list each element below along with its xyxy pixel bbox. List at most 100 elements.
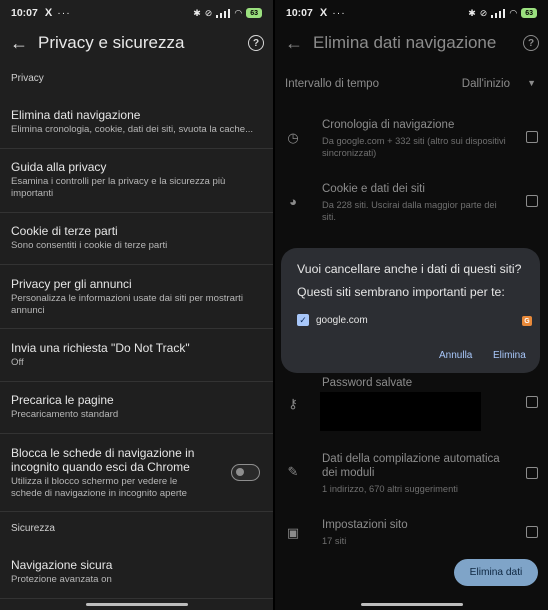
site-checkbox[interactable]: ✓ [297,314,309,326]
row-title: Cookie e dati dei siti [322,183,425,195]
item-subtitle: Elimina cronologia, cookie, dati dei sit… [11,124,254,135]
toggle-knob [236,468,244,476]
item-privacy-guide[interactable]: Guida alla privacy Esamina i controlli p… [0,160,273,200]
item-subtitle: Precaricamento standard [11,409,119,420]
battery-icon: 63 [521,8,537,18]
status-time: 10:07 [286,7,313,19]
divider [0,328,273,329]
time-range-row[interactable]: Intervallo di tempo Dall'inizio ▼ [275,78,548,94]
item-lock-incognito-tabs[interactable]: Blocca le schede di navigazione in incog… [0,446,217,500]
signal-icon [491,8,506,18]
item-title: Precarica le pagine [11,393,114,407]
confirm-delete-button[interactable]: Elimina [493,350,526,361]
row-subtitle: 1 indirizzo, 670 altri suggerimenti [322,484,458,494]
item-subtitle: Utilizza il blocco schermo per vedere le… [11,476,188,499]
item-subtitle: Personalizza le informazioni usate dai s… [11,293,243,316]
divider [0,598,273,599]
row-autofill[interactable]: ✎ Dati della compilazione automatica dei… [275,452,548,496]
divider [0,381,273,382]
bluetooth-icon: ✱ [193,7,201,18]
site-name: google.com [316,314,368,326]
help-icon[interactable]: ? [248,35,264,51]
item-title: Guida alla privacy [11,160,107,174]
app-bar: ← Elimina dati navigazione ? [275,26,548,60]
site-settings-checkbox[interactable] [526,526,538,538]
clear-data-button[interactable]: Elimina dati [454,559,538,586]
x-app-icon: X [44,7,53,19]
item-subtitle: Off [11,357,24,368]
page-title: Elimina dati navigazione [313,33,497,52]
clock-icon: ◷ [287,130,299,145]
item-title: Blocca le schede di navigazione in incog… [11,446,195,474]
important-site-row[interactable]: ✓ google.com [297,314,368,326]
row-text: Password salvate [322,376,510,390]
row-text: Cookie e dati dei siti Da 228 siti. Usci… [322,182,510,223]
row-text: Impostazioni sito 17 siti [322,518,510,547]
item-do-not-track[interactable]: Invia una richiesta "Do Not Track" Off [0,341,273,369]
history-checkbox[interactable] [526,131,538,143]
section-security-header: Sicurezza [11,523,55,534]
row-title: Impostazioni sito [322,519,408,531]
section-privacy-header: Privacy [11,73,44,84]
autofill-checkbox[interactable] [526,467,538,479]
page-title: Privacy e sicurezza [38,33,185,52]
status-bar: 10:07 X ··· ✱ ⊘ ◠ 63 [275,0,548,26]
passwords-checkbox[interactable] [526,396,538,408]
item-subtitle: Esamina i controlli per la privacy e la … [11,176,226,199]
item-title: Elimina dati navigazione [11,108,141,122]
status-time: 10:07 [11,7,38,19]
cookies-checkbox[interactable] [526,195,538,207]
item-subtitle: Sono consentiti i cookie di terze parti [11,240,168,251]
status-bar: 10:07 X ··· ✱ ⊘ ◠ 63 [0,0,273,26]
item-title: Privacy per gli annunci [11,277,132,291]
back-arrow-icon[interactable]: ← [0,33,38,54]
cookie-icon: ◕ [289,194,297,209]
item-title: Cookie di terze parti [11,224,118,238]
row-subtitle: 17 siti [322,536,347,546]
row-site-settings[interactable]: ▣ Impostazioni sito 17 siti [275,518,548,550]
row-subtitle: Da 228 siti. Uscirai dalla maggior parte… [322,200,497,222]
divider [0,212,273,213]
more-notifications-icon: ··· [332,7,346,19]
row-browsing-history[interactable]: ◷ Cronologia di navigazione Da google.co… [275,118,548,162]
item-safe-browsing[interactable]: Navigazione sicura Protezione avanzata o… [0,558,273,586]
lock-incognito-toggle[interactable] [231,464,260,481]
item-third-party-cookies[interactable]: Cookie di terze parti Sono consentiti i … [0,224,273,252]
gesture-nav-bar[interactable] [360,603,463,606]
item-clear-browsing-data[interactable]: Elimina dati navigazione Elimina cronolo… [0,108,273,136]
row-title: Password salvate [322,377,413,389]
item-ad-privacy[interactable]: Privacy per gli annunci Personalizza le … [0,277,273,317]
divider [0,264,273,265]
key-icon: ⚷ [288,396,298,411]
row-text: Cronologia di navigazione Da google.com … [322,118,510,159]
time-range-value[interactable]: Dall'inizio [462,78,510,90]
redacted-area [320,392,481,431]
privacy-screen: 10:07 X ··· ✱ ⊘ ◠ 63 ← Privacy e sicurez… [0,0,273,610]
help-icon[interactable]: ? [523,35,539,51]
divider [0,433,273,434]
wifi-icon: ◠ [234,7,243,18]
signal-icon [216,8,231,18]
back-arrow-icon[interactable]: ← [275,33,313,54]
pencil-icon: ✎ [287,464,299,479]
divider [0,148,273,149]
row-title: Dati della compilazione automatica dei m… [322,453,500,479]
mute-icon: ⊘ [204,7,213,18]
dropdown-arrow-icon[interactable]: ▼ [527,78,536,88]
row-subtitle: Da google.com + 332 siti (altro sui disp… [322,136,506,158]
more-notifications-icon: ··· [57,7,71,19]
time-range-label: Intervallo di tempo [285,78,379,90]
mute-icon: ⊘ [479,7,488,18]
item-preload-pages[interactable]: Precarica le pagine Precaricamento stand… [0,393,273,421]
row-title: Cronologia di navigazione [322,119,455,131]
item-title: Navigazione sicura [11,558,113,572]
gesture-nav-bar[interactable] [85,603,188,606]
bluetooth-icon: ✱ [468,7,476,18]
app-bar: ← Privacy e sicurezza ? [0,26,273,60]
battery-icon: 63 [246,8,262,18]
confirm-dialog: Vuoi cancellare anche i dati di questi s… [281,248,540,373]
site-settings-icon: ▣ [286,525,300,540]
x-app-icon: X [319,7,328,19]
row-cookies[interactable]: ◕ Cookie e dati dei siti Da 228 siti. Us… [275,182,548,226]
cancel-button[interactable]: Annulla [439,350,472,361]
